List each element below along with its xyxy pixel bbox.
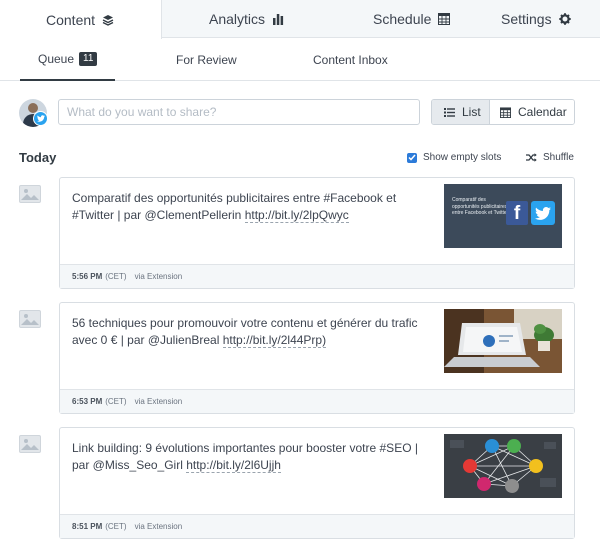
compose-input[interactable]: [58, 99, 420, 125]
post-source: via Extension: [134, 397, 183, 406]
post-timezone: (CET): [105, 397, 127, 406]
post-link[interactable]: http://bit.ly/2l44Prp): [222, 333, 327, 348]
post-time: 5:56 PM: [72, 272, 103, 281]
checkbox-checked-icon[interactable]: [407, 152, 417, 163]
facebook-icon: f: [506, 201, 528, 225]
calendar-icon: [500, 106, 511, 118]
tab-schedule-label: Schedule: [373, 11, 432, 27]
image-placeholder-icon: [19, 310, 41, 328]
thumbnail-caption: Comparatif des opportunités publicitaire…: [452, 197, 509, 216]
list-icon: [444, 107, 455, 117]
post-text: 56 techniques pour promouvoir votre cont…: [72, 315, 430, 349]
post-footer: 5:56 PM (CET) via Extension: [60, 264, 574, 288]
shuffle-icon: [526, 153, 537, 162]
post-source: via Extension: [134, 522, 183, 531]
post-text: Link building: 9 évolutions importantes …: [72, 440, 430, 474]
post-text: Comparatif des opportunités publicitaire…: [72, 190, 430, 224]
shuffle-label: Shuffle: [543, 152, 574, 163]
post-source: via Extension: [134, 272, 183, 281]
calendar-view-label: Calendar: [518, 105, 567, 119]
list-view-button[interactable]: List: [432, 100, 490, 124]
tab-content-label: Content: [46, 11, 96, 28]
image-placeholder-icon: [19, 185, 41, 203]
post-link[interactable]: http://bit.ly/2l6Ujjh: [186, 458, 281, 473]
tab-settings-label: Settings: [501, 11, 552, 27]
post-thumbnail[interactable]: Comparatif des opportunités publicitaire…: [444, 184, 562, 248]
show-empty-slots-toggle[interactable]: Show empty slots: [407, 152, 501, 163]
sub-tabs: Queue 11 For Review Content Inbox: [0, 39, 600, 81]
image-placeholder-icon: [19, 435, 41, 453]
post-time: 8:51 PM: [72, 522, 103, 531]
tab-content-inbox-label: Content Inbox: [313, 53, 388, 67]
tab-queue[interactable]: Queue 11: [20, 39, 116, 81]
network-graph-image: [444, 434, 562, 498]
twitter-logo-icon: [531, 201, 555, 225]
post-time: 6:53 PM: [72, 397, 103, 406]
tab-settings[interactable]: Settings: [501, 0, 571, 38]
tab-content[interactable]: Content: [0, 0, 162, 39]
tab-analytics[interactable]: Analytics: [209, 0, 284, 38]
view-toggle: List Calendar: [431, 99, 575, 125]
post-card[interactable]: Comparatif des opportunités publicitaire…: [59, 177, 575, 289]
laptop-photo: [444, 309, 562, 373]
tab-content-inbox[interactable]: Content Inbox: [313, 39, 388, 81]
day-heading: Today: [19, 150, 57, 165]
twitter-icon: [33, 111, 48, 126]
post-footer: 8:51 PM (CET) via Extension: [60, 514, 574, 538]
tab-schedule[interactable]: Schedule: [373, 0, 451, 38]
post-card[interactable]: Link building: 9 évolutions importantes …: [59, 427, 575, 539]
post-thumbnail[interactable]: [444, 309, 562, 373]
tab-for-review-label: For Review: [176, 53, 237, 67]
post-card[interactable]: 56 techniques pour promouvoir votre cont…: [59, 302, 575, 414]
post-footer: 6:53 PM (CET) via Extension: [60, 389, 574, 413]
list-view-label: List: [462, 105, 481, 119]
post-link[interactable]: http://bit.ly/2lpQwyc: [244, 208, 349, 223]
show-empty-slots-label: Show empty slots: [423, 152, 502, 163]
main-tabs: Content Analytics Schedule Settings: [0, 0, 600, 39]
calendar-view-button[interactable]: Calendar: [490, 100, 574, 124]
stack-icon: [102, 14, 114, 26]
calendar-grid-icon: [438, 13, 451, 25]
post-timezone: (CET): [105, 522, 127, 531]
tab-analytics-label: Analytics: [209, 11, 266, 27]
shuffle-button[interactable]: Shuffle: [526, 152, 574, 163]
bar-chart-icon: [272, 13, 284, 25]
post-thumbnail[interactable]: [444, 434, 562, 498]
queue-count-badge: 11: [79, 52, 98, 66]
tab-queue-label: Queue: [38, 52, 75, 66]
gear-icon: [558, 13, 571, 25]
post-timezone: (CET): [105, 272, 127, 281]
tab-for-review[interactable]: For Review: [176, 39, 237, 81]
